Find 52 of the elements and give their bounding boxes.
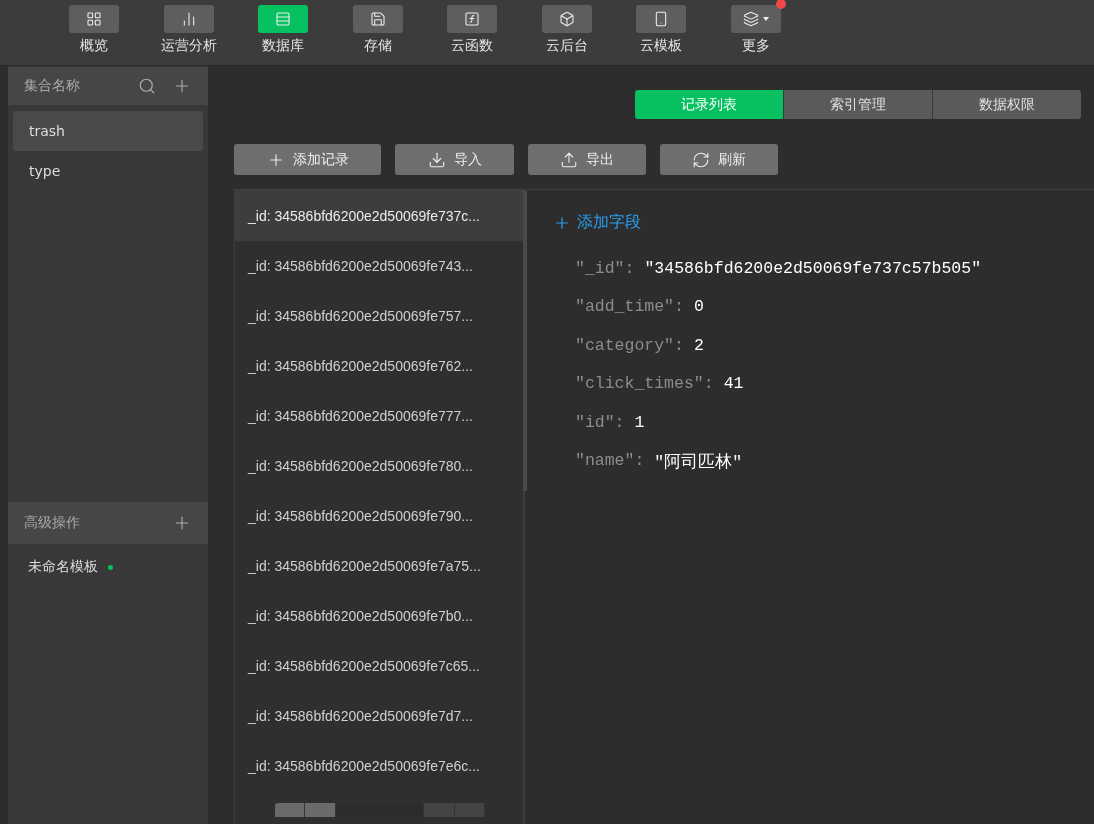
caret-icon (762, 17, 769, 21)
action-button[interactable]: 导出 (528, 144, 646, 175)
toolbar-button[interactable] (258, 5, 309, 33)
record-item[interactable]: _id: 34586bfd6200e2d50069fe737c... (235, 191, 523, 241)
pagination-bar[interactable] (275, 803, 485, 817)
section-title: 集合名称 (24, 77, 81, 95)
toolbar-label: 数据库 (262, 37, 305, 55)
toolbar-button[interactable] (69, 5, 120, 33)
field-key: "name": (575, 451, 645, 473)
field-value: 1 (634, 412, 645, 432)
cube-icon (558, 11, 575, 27)
search-icon[interactable] (138, 77, 156, 95)
field-key: "click_times": (575, 374, 714, 393)
toolbar-button[interactable] (541, 5, 592, 33)
toolbar-button[interactable] (636, 5, 687, 33)
toolbar-label: 概览 (80, 37, 109, 55)
field-value: 41 (723, 374, 744, 393)
section-title: 高级操作 (24, 514, 81, 532)
field-key: "_id": (575, 258, 635, 278)
toolbar-label: 更多 (741, 37, 770, 55)
field-key: "add_time": (575, 297, 684, 316)
tab[interactable]: 索引管理 (783, 90, 932, 119)
download-icon (427, 150, 446, 169)
template-item[interactable]: 未命名模板 (28, 558, 98, 576)
toolbar-label: 存储 (363, 37, 392, 55)
action-button[interactable]: 导入 (395, 144, 514, 175)
toolbar-label: 云后台 (545, 37, 588, 55)
toolbar-label: 运营分析 (160, 37, 217, 55)
field-value: "阿司匹林" (654, 452, 743, 473)
collection-item[interactable]: trash (13, 111, 203, 151)
collection-item[interactable]: type (13, 151, 203, 191)
refresh-icon (692, 150, 710, 169)
add-field-link[interactable]: 添加字段 (553, 212, 641, 233)
layers-icon (742, 11, 759, 27)
grid-icon (86, 11, 103, 27)
field-value: 2 (693, 335, 704, 355)
toolbar-button[interactable] (730, 5, 781, 33)
field-value: 0 (693, 297, 704, 316)
toolbar-label: 云模板 (640, 37, 683, 55)
field-key: "id": (575, 412, 625, 432)
toolbar-button[interactable] (352, 5, 403, 33)
toolbar-label: 云函数 (451, 37, 494, 55)
upload-icon (560, 150, 578, 169)
table-icon (275, 11, 292, 27)
action-button[interactable]: 添加记录 (234, 144, 381, 175)
field-key: "category": (575, 335, 684, 355)
toolbar-button[interactable] (163, 5, 214, 33)
action-button[interactable]: 刷新 (660, 144, 778, 175)
field-value: "34586bfd6200e2d50069fe737c57b505" (644, 258, 982, 278)
toolbar-button[interactable] (447, 5, 498, 33)
function-icon (464, 11, 481, 27)
tab[interactable]: 数据权限 (932, 90, 1081, 119)
